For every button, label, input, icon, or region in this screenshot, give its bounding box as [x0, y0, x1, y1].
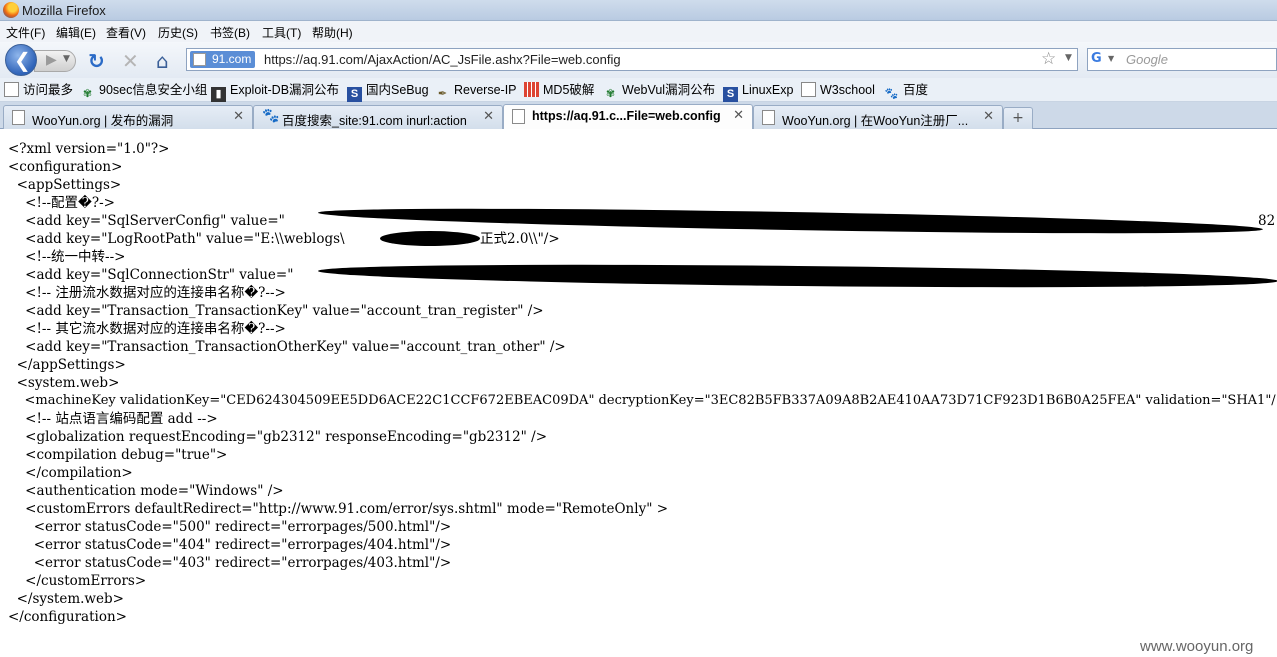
page-icon — [12, 110, 25, 125]
xml-line: <customErrors defaultRedirect="http://ww… — [8, 501, 669, 517]
google-engine-icon[interactable]: G — [1091, 51, 1102, 66]
xml-line: <error statusCode="500" redirect="errorp… — [8, 519, 452, 535]
xml-line: <!--配置�?-> — [8, 195, 115, 211]
s-icon: S — [723, 87, 738, 102]
xml-line: <globalization requestEncoding="gb2312" … — [8, 429, 548, 445]
search-bar[interactable]: G ▼ Google — [1087, 48, 1277, 71]
bookmark-webvul[interactable]: ✾ WebVul漏洞公布 — [603, 81, 715, 100]
reload-icon[interactable]: ↻ — [88, 49, 105, 73]
paw-icon: 🐾 — [262, 108, 280, 124]
chevron-down-icon[interactable]: ▼ — [63, 54, 70, 64]
xml-line: <!-- 注册流水数据对应的连接串名称�?--> — [8, 285, 286, 301]
xml-line: </appSettings> — [8, 357, 126, 373]
xml-line: <error statusCode="403" redirect="errorp… — [8, 555, 452, 571]
bookmark-w3school[interactable]: W3school — [801, 81, 875, 99]
leaf-icon: ✾ — [605, 88, 616, 100]
bookmarks-toolbar: 访问最多 ✾ 90sec信息安全小组 ▮ Exploit-DB漏洞公布 S 国内SeB… — [0, 78, 1277, 102]
xml-line: <add key="SqlServerConfig" value=" — [8, 213, 285, 229]
bookmark-sebug[interactable]: S 国内SeBug — [347, 81, 429, 102]
plus-icon: + — [1012, 110, 1024, 126]
page-icon — [512, 109, 525, 124]
bookmark-star-icon[interactable]: ☆ — [1041, 49, 1056, 69]
xml-line: <configuration> — [8, 159, 123, 175]
page-icon — [4, 82, 19, 97]
redaction-mark — [317, 260, 1277, 292]
xml-line: <?xml version="1.0"?> — [8, 141, 170, 157]
menu-bar: 文件(F) 编辑(E) 查看(V) 历史(S) 书签(B) 工具(T) 帮助(H… — [0, 21, 1277, 42]
redaction-mark — [380, 231, 480, 246]
bookmark-linuxexp[interactable]: S LinuxExp — [723, 81, 793, 102]
site-identity-label: 91.com — [212, 52, 252, 66]
s-icon: S — [347, 87, 362, 102]
xml-fragment: 82 — [1258, 213, 1276, 229]
search-input[interactable]: Google — [1126, 52, 1168, 67]
url-history-chevron-icon[interactable]: ▼ — [1065, 53, 1072, 63]
bookmark-md5[interactable]: MD5破解 — [524, 81, 594, 99]
url-bar[interactable]: 91.com https://aq.91.com/AjaxAction/AC_J… — [186, 48, 1078, 71]
bookmark-exploit-db[interactable]: ▮ Exploit-DB漏洞公布 — [211, 81, 339, 102]
bookmark-90sec[interactable]: ✾ 90sec信息安全小组 — [80, 81, 207, 100]
menu-bookmarks[interactable]: 书签(B) — [210, 24, 250, 41]
bookmark-most-visited[interactable]: 访问最多 — [4, 81, 73, 99]
tab-wooyun-register[interactable]: WooYun.org | 在WooYun注册厂... ✕ — [753, 105, 1003, 129]
engine-chevron-down-icon[interactable]: ▼ — [1108, 54, 1114, 63]
title-bar: Mozilla Firefox — [0, 0, 1277, 21]
arrow-left-icon: ❮ — [14, 48, 31, 72]
window-title: Mozilla Firefox — [22, 3, 106, 18]
menu-help[interactable]: 帮助(H) — [312, 24, 353, 41]
close-icon[interactable]: ✕ — [483, 109, 494, 124]
xml-line: <!--统一中转--> — [8, 249, 126, 265]
xml-line: <compilation debug="true"> — [8, 447, 228, 463]
xml-line: <add key="Transaction_TransactionKey" va… — [8, 303, 544, 319]
close-icon[interactable]: ✕ — [733, 108, 744, 123]
xml-line: </system.web> — [8, 591, 124, 607]
leaf-icon: ✾ — [82, 88, 93, 100]
menu-history[interactable]: 历史(S) — [158, 24, 198, 41]
menu-tools[interactable]: 工具(T) — [262, 24, 301, 41]
menu-edit[interactable]: 编辑(E) — [56, 24, 96, 41]
tab-baidu-search[interactable]: 🐾 百度搜索_site:91.com inurl:action ✕ — [253, 105, 503, 129]
menu-file[interactable]: 文件(F) — [6, 24, 45, 41]
xml-line: <add key="SqlConnectionStr" value=" — [8, 267, 294, 283]
xml-line: <appSettings> — [8, 177, 122, 193]
xml-line: </compilation> — [8, 465, 133, 481]
xml-line: <error statusCode="404" redirect="errorp… — [8, 537, 452, 553]
site-identity-button[interactable]: 91.com — [190, 51, 256, 68]
xml-line: <!-- 其它流水数据对应的连接串名称�?--> — [8, 321, 286, 337]
feather-icon: ✒ — [437, 88, 448, 100]
home-icon[interactable]: ⌂ — [156, 49, 169, 73]
bookmark-reverse-ip[interactable]: ✒ Reverse-IP — [435, 81, 517, 100]
xml-line: </customErrors> — [8, 573, 147, 589]
tab-wooyun-bugs[interactable]: WooYun.org | 发布的漏洞 ✕ — [3, 105, 253, 129]
bookmark-baidu[interactable]: 🐾 百度 — [884, 81, 928, 100]
forward-button[interactable]: ▶ ▼ — [34, 50, 76, 72]
menu-view[interactable]: 查看(V) — [106, 24, 146, 41]
xml-line: <system.web> — [8, 375, 120, 391]
watermark: www.wooyun.org — [1140, 638, 1254, 655]
tab-web-config[interactable]: https://aq.91.c...File=web.config ✕ — [503, 104, 753, 129]
back-button[interactable]: ❮ — [5, 44, 37, 76]
paw-icon: 🐾 — [884, 88, 899, 100]
firefox-logo-icon — [3, 2, 19, 18]
xml-line: </configuration> — [8, 609, 127, 625]
tab-bar: WooYun.org | 发布的漏洞 ✕ 🐾 百度搜索_site:91.com … — [0, 102, 1277, 129]
xml-line: <machineKey validationKey="CED624304509E… — [8, 393, 1277, 408]
xml-line: <add key="Transaction_TransactionOtherKe… — [8, 339, 566, 355]
grid-icon — [524, 82, 539, 97]
xml-line: <add key="LogRootPath" value="E:\\weblog… — [8, 231, 345, 247]
new-tab-button[interactable]: + — [1003, 107, 1033, 129]
xml-line: <!-- 站点语言编码配置 add --> — [8, 411, 218, 427]
url-input[interactable]: https://aq.91.com/AjaxAction/AC_JsFile.a… — [264, 52, 621, 67]
favicon-icon — [193, 53, 206, 66]
arrow-right-icon: ▶ — [46, 52, 57, 68]
page-icon — [762, 110, 775, 125]
page-icon — [801, 82, 816, 97]
database-icon: ▮ — [211, 87, 226, 102]
close-icon[interactable]: ✕ — [233, 109, 244, 124]
stop-icon[interactable]: ✕ — [122, 49, 139, 73]
xml-fragment: 正式2.0\\"/> — [480, 231, 560, 247]
xml-line: <authentication mode="Windows" /> — [8, 483, 284, 499]
close-icon[interactable]: ✕ — [983, 109, 994, 124]
xml-document: <?xml version="1.0"?> <configuration> <a… — [0, 130, 1277, 657]
